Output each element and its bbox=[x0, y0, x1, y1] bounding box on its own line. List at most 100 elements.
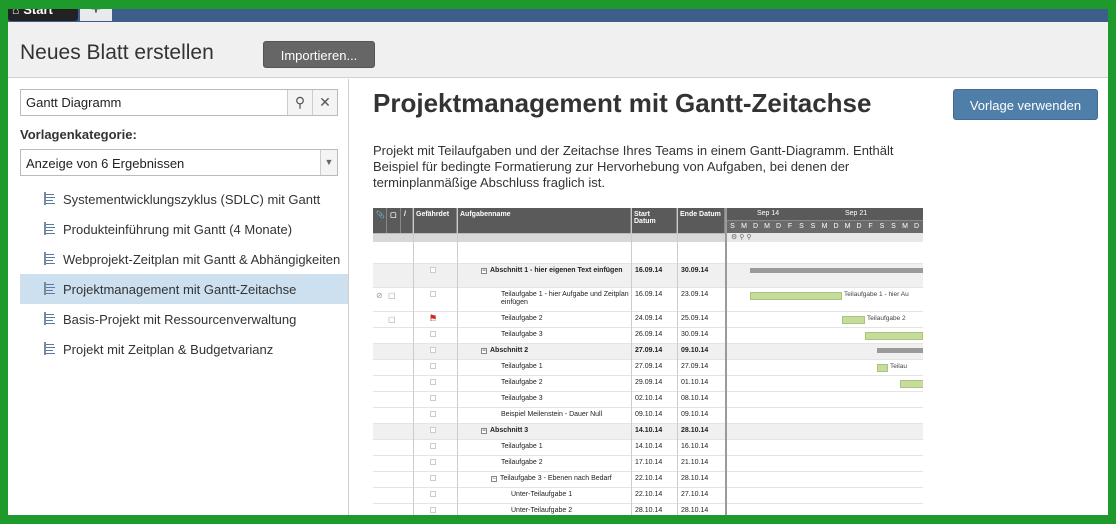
task-start-date: 16.09.14 bbox=[635, 291, 663, 298]
zoom-in-icon: ⚲ bbox=[746, 234, 752, 241]
template-list-item-label: Projekt mit Zeitplan & Budgetvarianz bbox=[63, 342, 274, 357]
task-end-date: 16.10.14 bbox=[681, 443, 709, 450]
attachment-col-icon: 📎 bbox=[373, 208, 387, 233]
timeline-divider bbox=[725, 208, 727, 515]
task-end-date: 09.10.14 bbox=[681, 347, 709, 354]
timeline-day: S bbox=[730, 223, 735, 230]
timeline-day: M bbox=[902, 223, 908, 230]
task-name: Teilaufgabe 2 bbox=[501, 315, 543, 322]
template-list-item-label: Projektmanagement mit Gantt-Zeitachse bbox=[63, 282, 297, 297]
at-risk-checkbox bbox=[430, 363, 436, 369]
task-start-date: 22.10.14 bbox=[635, 475, 663, 482]
search-input[interactable] bbox=[21, 90, 287, 115]
sheet-icon bbox=[44, 222, 55, 235]
collapse-icon: − bbox=[481, 348, 487, 354]
task-bar bbox=[865, 332, 923, 340]
comment-icon: ▢ bbox=[388, 315, 396, 324]
timeline-day: D bbox=[913, 223, 920, 230]
zoom-out-icon: ⚲ bbox=[739, 234, 745, 241]
task-end-date: 08.10.14 bbox=[681, 395, 709, 402]
gantt-preview-image: 📎 ▢ / Gefährdet Aufgabenname Start Datum… bbox=[373, 208, 923, 515]
at-risk-checkbox bbox=[430, 411, 436, 417]
task-name: Beispiel Meilenstein - Dauer Null bbox=[501, 411, 603, 418]
task-name-cell: − Abschnitt 2 bbox=[481, 347, 631, 355]
task-end-date: 27.10.14 bbox=[681, 491, 709, 498]
col-start-date: Start Datum bbox=[631, 208, 677, 233]
gantt-row: − Abschnitt 2 27.09.14 09.10.14 bbox=[373, 344, 923, 360]
import-button[interactable]: Importieren... bbox=[263, 41, 375, 68]
category-label: Vorlagenkategorie: bbox=[20, 127, 137, 142]
page-header: Neues Blatt erstellen Importieren... bbox=[8, 22, 1108, 78]
task-start-date: 14.10.14 bbox=[635, 443, 663, 450]
task-bar bbox=[750, 292, 842, 300]
timeline-day: F bbox=[868, 223, 873, 230]
at-risk-checkbox bbox=[430, 459, 436, 465]
task-name-cell: − Abschnitt 3 bbox=[481, 427, 631, 435]
timeline-week: Sep 21 bbox=[845, 210, 868, 217]
task-start-date: 02.10.14 bbox=[635, 395, 663, 402]
tab-start-label: Start bbox=[23, 2, 53, 17]
at-risk-checkbox bbox=[430, 475, 436, 481]
timeline-day: D bbox=[833, 223, 839, 230]
use-template-button[interactable]: Vorlage verwenden bbox=[953, 89, 1098, 120]
task-end-date: 30.09.14 bbox=[681, 267, 709, 274]
task-name: Abschnitt 2 bbox=[490, 347, 529, 354]
timeline-day: S bbox=[879, 223, 885, 230]
attachment-icon: ⊘ bbox=[376, 291, 383, 300]
timeline-day: S bbox=[799, 223, 804, 230]
timeline-day: M bbox=[844, 223, 851, 230]
timeline-weeks: Sep 14 Sep 21 bbox=[727, 208, 923, 221]
gantt-row: − Abschnitt 3 14.10.14 28.10.14 bbox=[373, 424, 923, 440]
comment-col-icon: ▢ bbox=[387, 208, 401, 233]
task-end-date: 21.10.14 bbox=[681, 459, 709, 466]
template-list-item[interactable]: Projekt mit Zeitplan & Budgetvarianz bbox=[20, 334, 348, 364]
category-select[interactable]: Anzeige von 6 Ergebnissen ▼ bbox=[20, 149, 338, 176]
task-end-date: 30.09.14 bbox=[681, 331, 709, 338]
task-name: Teilaufgabe 1 - hier Aufgabe und Zeitpla… bbox=[501, 291, 629, 306]
task-start-date: 28.10.14 bbox=[635, 507, 663, 514]
template-list-item[interactable]: Basis-Projekt mit Ressourcenverwaltung bbox=[20, 304, 348, 334]
task-start-date: 22.10.14 bbox=[635, 491, 663, 498]
add-tab-button[interactable]: + bbox=[80, 0, 112, 21]
template-list-item[interactable]: Projektmanagement mit Gantt-Zeitachse bbox=[20, 274, 348, 304]
gantt-row: Teilaufgabe 1 14.10.14 16.10.14 bbox=[373, 440, 923, 456]
gantt-row: Beispiel Meilenstein - Dauer Null 09.10.1… bbox=[373, 408, 923, 424]
task-start-date: 14.10.14 bbox=[635, 427, 663, 434]
settings-icon: ⚙ bbox=[731, 234, 738, 241]
at-risk-checkbox bbox=[430, 427, 436, 433]
collapse-icon: − bbox=[481, 268, 487, 274]
task-end-date: 27.09.14 bbox=[681, 363, 709, 370]
task-end-date: 23.09.14 bbox=[681, 291, 709, 298]
col-end-date: Ende Datum bbox=[677, 208, 725, 233]
task-start-date: 29.09.14 bbox=[635, 379, 663, 386]
timeline-day: M bbox=[764, 223, 770, 230]
task-name-cell: Teilaufgabe 2 bbox=[481, 459, 631, 467]
sheet-icon bbox=[44, 252, 55, 265]
task-name-cell: Teilaufgabe 2 bbox=[481, 315, 631, 323]
search-icon[interactable]: ⚲ bbox=[287, 90, 312, 115]
task-bar-label: Teilaufgabe 2 bbox=[867, 315, 906, 322]
clear-icon[interactable]: ✕ bbox=[312, 90, 337, 115]
task-end-date: 01.10.14 bbox=[681, 379, 709, 386]
category-select-value: Anzeige von 6 Ergebnissen bbox=[26, 156, 185, 171]
tab-start[interactable]: ⌂ Start bbox=[8, 0, 78, 21]
top-tab-bar: ⌂ Start + bbox=[0, 0, 1116, 22]
template-list-item[interactable]: Produkteinführung mit Gantt (4 Monate) bbox=[20, 214, 348, 244]
template-list-item[interactable]: Systementwicklungszyklus (SDLC) mit Gant… bbox=[20, 184, 348, 214]
gantt-row bbox=[373, 242, 923, 264]
col-task-name: Aufgabenname bbox=[457, 208, 631, 233]
at-risk-checkbox bbox=[430, 443, 436, 449]
task-start-date: 16.09.14 bbox=[635, 267, 663, 274]
task-name: Teilaufgabe 3 - Ebenen nach Bedarf bbox=[500, 475, 612, 482]
task-name-cell: Teilaufgabe 2 bbox=[481, 379, 631, 387]
edit-col-icon: / bbox=[401, 208, 413, 233]
flag-icon: ⚑ bbox=[429, 313, 438, 323]
task-start-date: 24.09.14 bbox=[635, 315, 663, 322]
at-risk-checkbox bbox=[430, 507, 436, 513]
task-name-cell: Teilaufgabe 1 - hier Aufgabe und Zeitpla… bbox=[481, 291, 631, 307]
template-list-item[interactable]: Webprojekt-Zeitplan mit Gantt & Abhängig… bbox=[20, 244, 348, 274]
task-name: Teilaufgabe 2 bbox=[501, 459, 543, 466]
chevron-down-icon[interactable]: ▼ bbox=[320, 150, 337, 175]
timeline-days: SMDMDFSSMDMDFSSMD bbox=[727, 221, 923, 233]
task-end-date: 28.10.14 bbox=[681, 427, 709, 434]
